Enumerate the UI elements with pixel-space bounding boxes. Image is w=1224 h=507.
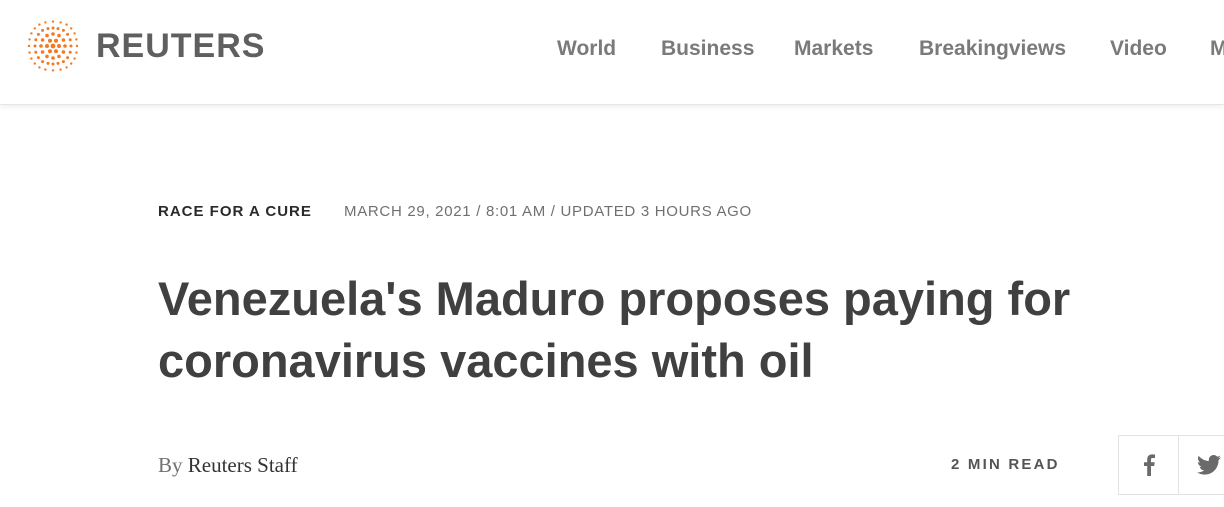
facebook-icon bbox=[1144, 454, 1155, 476]
nav-item-markets[interactable]: Markets bbox=[794, 34, 873, 64]
read-time: 2 MIN READ bbox=[951, 456, 1060, 473]
nav-item-business[interactable]: Business bbox=[661, 34, 754, 64]
nav-item-more[interactable]: M bbox=[1210, 34, 1224, 64]
byline-author[interactable]: Reuters Staff bbox=[188, 453, 298, 477]
byline-prefix: By bbox=[158, 453, 183, 477]
twitter-icon bbox=[1197, 455, 1221, 475]
nav-item-video[interactable]: Video bbox=[1110, 34, 1167, 64]
section-kicker[interactable]: RACE FOR A CURE bbox=[158, 203, 312, 220]
article-meta: RACE FOR A CURE MARCH 29, 2021 / 8:01 AM… bbox=[158, 201, 751, 223]
nav-item-world[interactable]: World bbox=[557, 34, 616, 64]
share-facebook-button[interactable] bbox=[1118, 435, 1180, 495]
byline: By Reuters Staff bbox=[158, 451, 298, 479]
article-dateline: MARCH 29, 2021 / 8:01 AM / UPDATED 3 HOU… bbox=[344, 203, 752, 220]
article-headline: Venezuela's Maduro proposes paying for c… bbox=[158, 272, 1071, 387]
share-twitter-button[interactable] bbox=[1178, 435, 1224, 495]
site-header: REUTERS World Business Markets Breakingv… bbox=[0, 0, 1224, 105]
main-nav: World Business Markets Breakingviews Vid… bbox=[0, 34, 1224, 64]
nav-item-breakingviews[interactable]: Breakingviews bbox=[919, 34, 1066, 64]
